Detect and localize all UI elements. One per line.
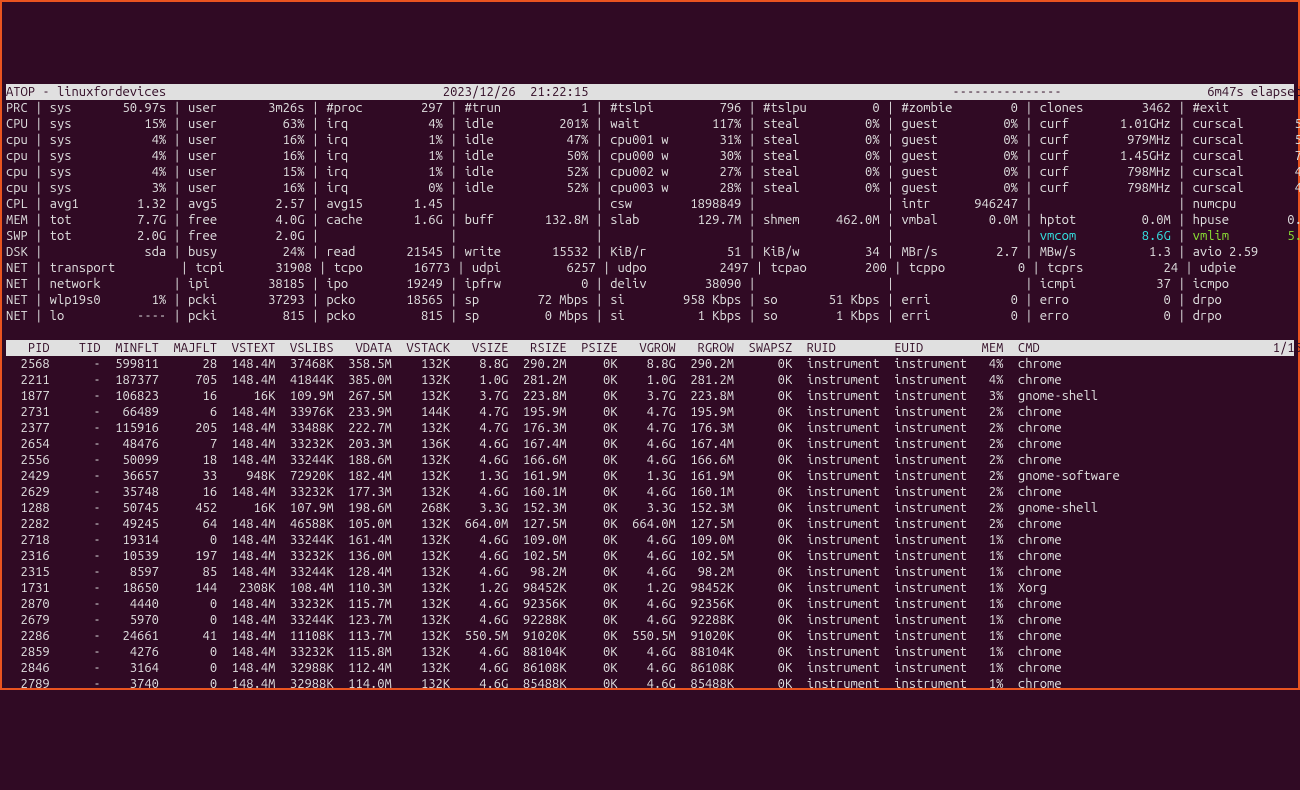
sys-row: PRC | sys 50.97s | user 3m26s | #proc 29…	[6, 100, 1294, 116]
process-row: 2316 - 10539 197 148.4M 33232K 136.0M 13…	[6, 548, 1294, 564]
process-row: 2211 - 187377 705 148.4M 41844K 385.0M 1…	[6, 372, 1294, 388]
process-row: 2286 - 24661 41 148.4M 11108K 113.7M 132…	[6, 628, 1294, 644]
process-row: 1288 - 50745 452 16K 107.9M 198.6M 268K …	[6, 500, 1294, 516]
process-row: 2282 - 49245 64 148.4M 46588K 105.0M 132…	[6, 516, 1294, 532]
process-row: 2315 - 8597 85 148.4M 33244K 128.4M 132K…	[6, 564, 1294, 580]
process-row: 2654 - 48476 7 148.4M 33232K 203.3M 136K…	[6, 436, 1294, 452]
process-row: 2859 - 4276 0 148.4M 33232K 115.8M 132K …	[6, 644, 1294, 660]
process-row: 2679 - 5970 0 148.4M 33244K 123.7M 132K …	[6, 612, 1294, 628]
process-row: 2556 - 50099 18 148.4M 33244K 188.6M 132…	[6, 452, 1294, 468]
process-row: 2377 - 115916 205 148.4M 33488K 222.7M 1…	[6, 420, 1294, 436]
process-row: 2629 - 35748 16 148.4M 33232K 177.3M 132…	[6, 484, 1294, 500]
sys-row: cpu | sys 4% | user 15% | irq 1% | idle …	[6, 164, 1294, 180]
process-header: PID TID MINFLT MAJFLT VSTEXT VSLIBS VDAT…	[6, 340, 1294, 356]
sys-row: NET | wlp19s0 1% | pcki 37293 | pcko 185…	[6, 292, 1294, 308]
process-row: 1731 - 18650 144 2308K 108.4M 110.3M 132…	[6, 580, 1294, 596]
sys-row: CPL | avg1 1.32 | avg5 2.57 | avg15 1.45…	[6, 196, 1294, 212]
sys-row: NET | lo ---- | pcki 815 | pcko 815 | sp…	[6, 308, 1294, 324]
sys-row: DSK | sda | busy 24% | read 21545 | writ…	[6, 244, 1294, 260]
header-line: ATOP - linuxfordevices 2023/12/26 21:22:…	[6, 84, 1294, 100]
sys-row: cpu | sys 3% | user 16% | irq 0% | idle …	[6, 180, 1294, 196]
process-row: 2870 - 4440 0 148.4M 33232K 115.7M 132K …	[6, 596, 1294, 612]
atop-terminal[interactable]: ATOP - linuxfordevices 2023/12/26 21:22:…	[6, 84, 1294, 692]
sys-row: cpu | sys 4% | user 16% | irq 1% | idle …	[6, 148, 1294, 164]
blank-line	[6, 324, 1294, 340]
process-row: 2731 - 66489 6 148.4M 33976K 233.9M 144K…	[6, 404, 1294, 420]
sys-row: CPU | sys 15% | user 63% | irq 4% | idle…	[6, 116, 1294, 132]
process-row: 2429 - 36657 33 948K 72920K 182.4M 132K …	[6, 468, 1294, 484]
sys-row: cpu | sys 4% | user 16% | irq 1% | idle …	[6, 132, 1294, 148]
process-row: 2846 - 3164 0 148.4M 32988K 112.4M 132K …	[6, 660, 1294, 676]
sys-row: SWP | tot 2.0G | free 2.0G | | | | | | v…	[6, 228, 1294, 244]
sys-row: NET | network | ipi 38185 | ipo 19249 | …	[6, 276, 1294, 292]
sys-row: MEM | tot 7.7G | free 4.0G | cache 1.6G …	[6, 212, 1294, 228]
process-row: 2568 - 599811 28 148.4M 37468K 358.5M 13…	[6, 356, 1294, 372]
process-row: 1877 - 106823 16 16K 109.9M 267.5M 132K …	[6, 388, 1294, 404]
process-row: 2718 - 19314 0 148.4M 33244K 161.4M 132K…	[6, 532, 1294, 548]
sys-row: NET | transport | tcpi 31908 | tcpo 1677…	[6, 260, 1294, 276]
